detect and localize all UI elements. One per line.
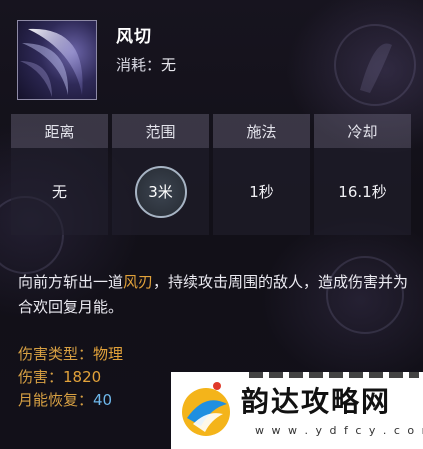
stat-header-cooldown: 冷却: [314, 114, 411, 148]
cost-value: 无: [161, 56, 177, 74]
desc-prefix: 向前方斩出一道: [18, 273, 124, 291]
attr-damage: 伤害：1820: [18, 366, 101, 388]
background-emblem-top-right: [334, 24, 416, 106]
skill-cost: 消耗：无: [116, 54, 176, 75]
watermark-decoration: [249, 372, 419, 378]
attr-moon-energy-label: 月能恢复：: [18, 391, 94, 409]
attr-damage-type-label: 伤害类型：: [18, 345, 94, 363]
attr-damage-value: 1820: [63, 368, 102, 386]
attr-damage-type: 伤害类型：物理: [18, 343, 123, 365]
watermark-title: 韵达攻略网: [241, 385, 392, 418]
stat-header-range: 范围: [112, 114, 209, 148]
skill-name: 风切: [116, 27, 152, 47]
stat-range-cell: 3米: [112, 148, 209, 235]
stat-value-cast: 1秒: [213, 148, 310, 235]
stat-header-cast: 施法: [213, 114, 310, 148]
skill-icon: [17, 20, 97, 100]
wind-slash-icon: [20, 28, 83, 97]
attr-damage-type-value: 物理: [93, 345, 124, 363]
skill-description: 向前方斩出一道风刃，持续攻击周围的敌人，造成伤害并为合欢回复月能。: [18, 270, 410, 320]
watermark-logo-icon: [182, 382, 230, 436]
attr-moon-energy: 月能恢复：40: [18, 389, 112, 411]
stat-value-distance: 无: [11, 148, 108, 235]
cost-label: 消耗：: [116, 56, 162, 74]
watermark-url: w w w . y d f c y . c o m: [255, 424, 423, 437]
attr-damage-label: 伤害：: [18, 368, 64, 386]
attr-moon-energy-value: 40: [93, 391, 113, 409]
stats-table: 距离 范围 施法 冷却 无 3米 1秒 16.1秒: [11, 114, 411, 235]
desc-highlight: 风刃: [123, 273, 154, 291]
stat-header-distance: 距离: [11, 114, 108, 148]
watermark: 韵达攻略网 w w w . y d f c y . c o m: [171, 372, 423, 449]
stat-value-cooldown: 16.1秒: [314, 148, 411, 235]
stat-value-range: 3米: [134, 165, 187, 218]
